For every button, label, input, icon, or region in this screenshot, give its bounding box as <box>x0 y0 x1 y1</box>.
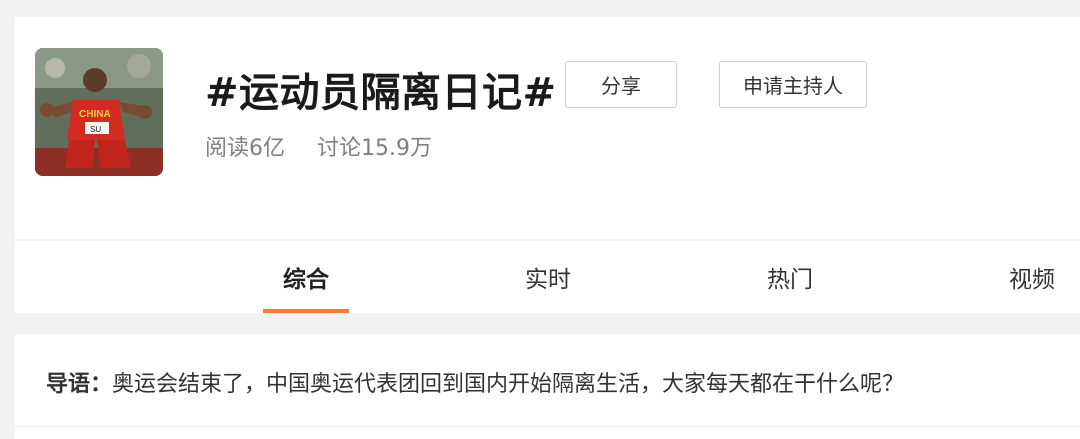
discussion-count: 讨论15.9万 <box>317 136 432 161</box>
topic-header <box>15 17 1080 239</box>
share-button[interactable]: 分享 <box>565 61 677 108</box>
tab-comprehensive[interactable]: 综合 <box>263 241 349 313</box>
topic-intro: 导语：奥运会结束了，中国奥运代表团回到国内开始隔离生活，大家每天都在干什么呢？ <box>15 334 1080 439</box>
tab-label: 视频 <box>1009 267 1055 293</box>
bib-text: SU <box>90 125 101 134</box>
tab-label: 热门 <box>767 267 813 293</box>
topic-title: #运动员隔离日记# <box>205 70 557 116</box>
apply-host-button[interactable]: 申请主持人 <box>719 61 867 108</box>
topic-cover-image[interactable]: CHINA SU <box>35 48 163 176</box>
tab-label: 综合 <box>283 267 329 293</box>
tab-video[interactable]: 视频 <box>989 241 1075 313</box>
tab-label: 实时 <box>525 267 571 293</box>
tab-hot[interactable]: 热门 <box>747 241 833 313</box>
divider <box>15 426 1080 427</box>
read-count: 阅读6亿 <box>205 136 285 161</box>
athlete-illustration: CHINA SU <box>35 48 163 176</box>
intro-text-line: 导语：奥运会结束了，中国奥运代表团回到国内开始隔离生活，大家每天都在干什么呢？ <box>46 366 904 398</box>
active-tab-indicator <box>263 309 349 313</box>
topic-stats: 阅读6亿 讨论15.9万 <box>205 130 432 162</box>
jersey-text: CHINA <box>79 109 111 120</box>
tab-realtime[interactable]: 实时 <box>505 241 591 313</box>
intro-content: 奥运会结束了，中国奥运代表团回到国内开始隔离生活，大家每天都在干什么呢？ <box>112 372 905 397</box>
tab-bar: 综合 实时 热门 视频 <box>15 241 1080 313</box>
intro-label: 导语： <box>46 372 113 397</box>
